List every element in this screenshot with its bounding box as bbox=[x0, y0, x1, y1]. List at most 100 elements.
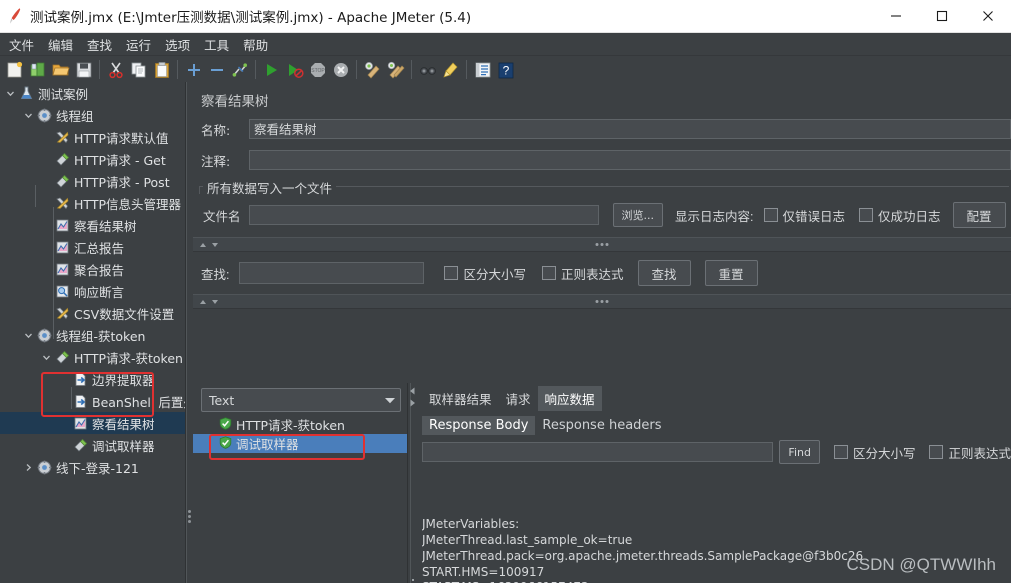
tree-node-thread-group-token[interactable]: 线程组-获token bbox=[0, 324, 185, 346]
renderer-select[interactable]: Text bbox=[201, 388, 401, 412]
tab-request[interactable]: 请求 bbox=[499, 386, 538, 411]
splitter-grip[interactable] bbox=[188, 510, 191, 523]
toolbar: STOP ? bbox=[0, 56, 1011, 84]
splitter-arrows[interactable] bbox=[193, 241, 219, 249]
splitter-arrows[interactable] bbox=[193, 298, 219, 306]
name-row: 名称: 察看结果树 bbox=[193, 116, 1011, 142]
horizontal-splitter-bottom[interactable] bbox=[193, 294, 1011, 309]
cut-icon[interactable] bbox=[104, 58, 127, 81]
tree-node-testplan[interactable]: 测试案例 bbox=[0, 82, 185, 104]
sample-result-list[interactable]: HTTP请求-获token 调试取样器 bbox=[193, 415, 407, 453]
minimize-button[interactable] bbox=[873, 0, 919, 32]
response-find-input[interactable] bbox=[422, 442, 774, 462]
main-content: 测试案例 线程组 HTTP请求默认值 HTTP请求 - Get HTTP请求 -… bbox=[0, 82, 1011, 583]
list-item[interactable]: HTTP请求-获token bbox=[193, 415, 407, 434]
jmeter-feather-icon bbox=[0, 7, 30, 25]
configure-button[interactable]: 配置 bbox=[952, 202, 1006, 228]
close-button[interactable] bbox=[965, 0, 1011, 32]
start-icon[interactable] bbox=[260, 58, 283, 81]
tree-node-label: BeanShell 后置处 bbox=[92, 394, 186, 410]
errors-only-checkbox[interactable] bbox=[763, 208, 778, 222]
search-button[interactable]: 查找 bbox=[637, 260, 691, 286]
menu-tools[interactable]: 工具 bbox=[197, 33, 236, 56]
tree-node-summary-report[interactable]: 汇总报告 bbox=[0, 236, 185, 258]
paste-icon[interactable] bbox=[150, 58, 173, 81]
expand-icon[interactable] bbox=[182, 58, 205, 81]
collapse-left-icon[interactable] bbox=[409, 387, 416, 395]
chevron-down-icon[interactable] bbox=[4, 82, 17, 104]
clear-icon[interactable] bbox=[361, 58, 384, 81]
splitter-dots bbox=[595, 300, 609, 303]
menu-options[interactable]: 选项 bbox=[158, 33, 197, 56]
tree-node-label: 测试案例 bbox=[38, 86, 89, 102]
toggle-icon[interactable] bbox=[228, 58, 251, 81]
reset-button[interactable]: 重置 bbox=[704, 260, 758, 286]
save-icon[interactable] bbox=[72, 58, 95, 81]
subtab-response-body[interactable]: Response Body bbox=[422, 416, 536, 435]
clear-all-icon[interactable] bbox=[384, 58, 407, 81]
open-icon[interactable] bbox=[49, 58, 72, 81]
collapse-down-icon bbox=[212, 299, 218, 304]
chevron-right-icon[interactable] bbox=[22, 456, 35, 478]
function-helper-icon[interactable] bbox=[471, 58, 494, 81]
response-case-sensitive-checkbox[interactable] bbox=[833, 445, 848, 459]
response-find-button[interactable]: Find bbox=[779, 440, 820, 464]
menu-run[interactable]: 运行 bbox=[119, 33, 158, 56]
start-no-pauses-icon[interactable] bbox=[283, 58, 306, 81]
results-list-panel: Text HTTP请求-获token 调试取样器 bbox=[193, 383, 408, 583]
horizontal-splitter-top[interactable] bbox=[193, 237, 1011, 252]
tree-node-response-assertion[interactable]: 响应断言 bbox=[0, 280, 185, 302]
tree-node-aggregate-report[interactable]: 聚合报告 bbox=[0, 258, 185, 280]
chevron-down-icon[interactable] bbox=[22, 324, 35, 346]
list-item-selected[interactable]: 调试取样器 bbox=[193, 434, 407, 453]
tree-node-view-results-tree[interactable]: 察看结果树 bbox=[0, 214, 185, 236]
tab-sampler-result[interactable]: 取样器结果 bbox=[422, 386, 499, 411]
tree-node-http-get[interactable]: HTTP请求 - Get bbox=[0, 148, 185, 170]
filename-row: 文件名 浏览... 显示日志内容: 仅错误日志 仅成功日志 配置 bbox=[199, 202, 1009, 234]
browse-button[interactable]: 浏览... bbox=[612, 203, 664, 227]
menu-edit[interactable]: 编辑 bbox=[41, 33, 80, 56]
tree-node-header-manager[interactable]: HTTP信息头管理器 bbox=[0, 192, 185, 214]
name-input[interactable]: 察看结果树 bbox=[249, 119, 1011, 139]
new-icon[interactable] bbox=[3, 58, 26, 81]
write-results-groupbox: 所有数据写入一个文件 文件名 浏览... 显示日志内容: 仅错误日志 仅成功日志… bbox=[199, 178, 1009, 234]
tree-node-boundary-extractor[interactable]: 边界提取器 bbox=[0, 368, 185, 390]
success-shield-icon bbox=[219, 435, 232, 452]
chevron-down-icon bbox=[385, 397, 395, 403]
search-icon[interactable] bbox=[416, 58, 439, 81]
chevron-down-icon[interactable] bbox=[22, 104, 35, 126]
response-splitter-grip[interactable] bbox=[412, 579, 414, 583]
response-regex-checkbox[interactable] bbox=[929, 445, 944, 459]
tree-node-view-results-tree-selected[interactable]: 察看结果树 bbox=[0, 412, 185, 434]
tree-node-offline-login[interactable]: 线下-登录-121 bbox=[0, 456, 185, 478]
menu-help[interactable]: 帮助 bbox=[236, 33, 275, 56]
search-regex-checkbox[interactable] bbox=[542, 266, 556, 280]
copy-icon[interactable] bbox=[127, 58, 150, 81]
search-input[interactable] bbox=[239, 262, 425, 284]
menu-search[interactable]: 查找 bbox=[80, 33, 119, 56]
tab-response-data[interactable]: 响应数据 bbox=[537, 386, 602, 411]
tree-node-beanshell-postprocessor[interactable]: BeanShell 后置处 bbox=[0, 390, 185, 412]
tree-node-debug-sampler[interactable]: 调试取样器 bbox=[0, 434, 185, 456]
tree-panel-splitter[interactable] bbox=[186, 82, 193, 583]
templates-icon[interactable] bbox=[26, 58, 49, 81]
tree-node-http-defaults[interactable]: HTTP请求默认值 bbox=[0, 126, 185, 148]
chevron-down-icon[interactable] bbox=[40, 346, 53, 368]
menu-file[interactable]: 文件 bbox=[2, 33, 41, 56]
filename-input[interactable] bbox=[248, 205, 599, 225]
tree-node-http-token[interactable]: HTTP请求-获token bbox=[0, 346, 185, 368]
tree-node-csv-dataset[interactable]: CSV数据文件设置 bbox=[0, 302, 185, 324]
search-case-sensitive-checkbox[interactable] bbox=[444, 266, 459, 280]
comment-input[interactable] bbox=[249, 150, 1011, 170]
success-only-checkbox[interactable] bbox=[859, 208, 874, 222]
tree-node-thread-group[interactable]: 线程组 bbox=[0, 104, 185, 126]
help-icon[interactable]: ? bbox=[494, 58, 517, 81]
collapse-icon[interactable] bbox=[205, 58, 228, 81]
subtab-response-headers[interactable]: Response headers bbox=[535, 416, 668, 435]
tree-node-http-post[interactable]: HTTP请求 - Post bbox=[0, 170, 185, 192]
results-splitter[interactable] bbox=[408, 383, 416, 583]
search-reset-icon[interactable] bbox=[439, 58, 462, 81]
test-plan-tree[interactable]: 测试案例 线程组 HTTP请求默认值 HTTP请求 - Get HTTP请求 -… bbox=[0, 82, 186, 583]
collapse-right-icon[interactable] bbox=[409, 399, 416, 407]
maximize-button[interactable] bbox=[919, 0, 965, 32]
